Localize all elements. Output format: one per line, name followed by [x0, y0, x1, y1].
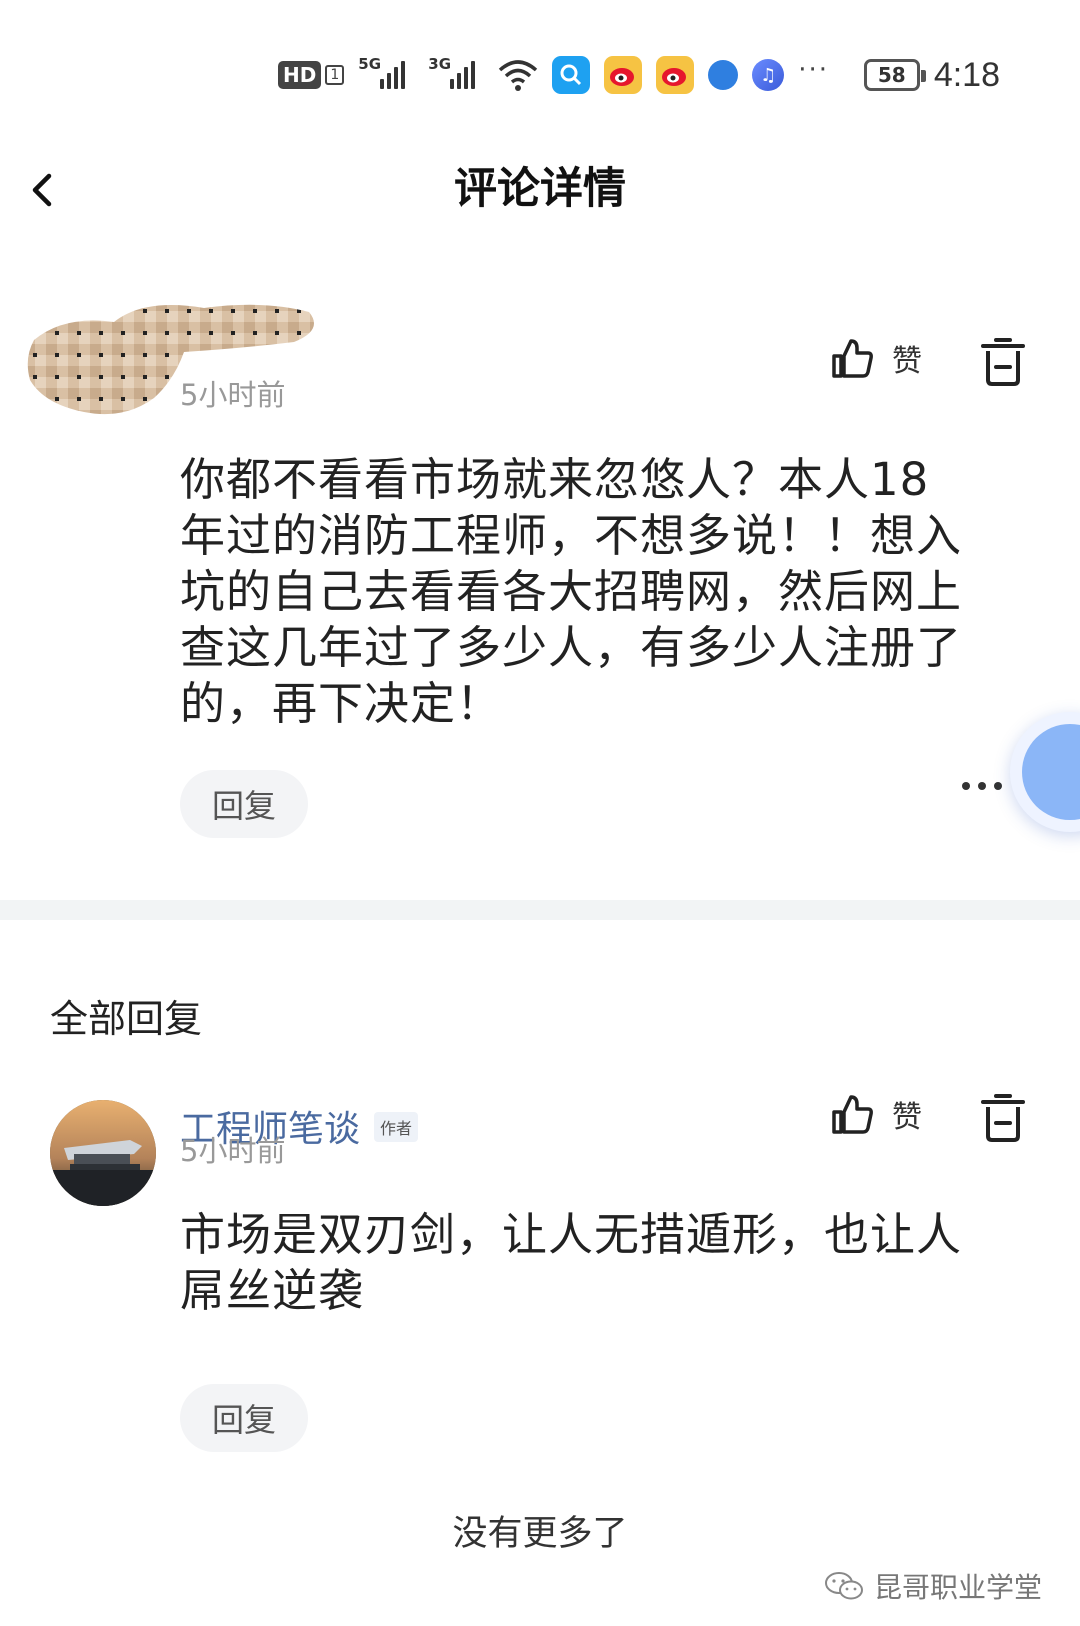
- signal-3g-icon: 3G: [428, 55, 484, 95]
- reply-line: 市场是双刃剑，让人无措遁形，也让人: [180, 1208, 963, 1261]
- search-app-icon: [552, 56, 591, 94]
- comment-line: 年过的消防工程师，不想多说！！想入: [180, 509, 963, 562]
- reply-button[interactable]: 回复: [180, 770, 308, 838]
- reply-button[interactable]: 回复: [180, 1384, 308, 1452]
- watermark-text: 昆哥职业学堂: [873, 1571, 1042, 1604]
- thumbs-up-icon: [832, 1095, 873, 1134]
- like-label: 赞: [892, 1100, 922, 1135]
- trash-icon[interactable]: [980, 1093, 1026, 1143]
- browser-app-icon: [708, 60, 739, 90]
- network-type-label: 3G: [428, 55, 452, 73]
- page-title: 评论详情: [454, 164, 626, 214]
- avatar[interactable]: [50, 1100, 156, 1206]
- network-type-label: 5G: [358, 55, 382, 73]
- sim-indicator: 1: [325, 65, 345, 85]
- comment-body: 你都不看看市场就来忽悠人？本人18 年过的消防工程师，不想多说！！想入 坑的自己…: [180, 452, 1010, 732]
- wifi-icon: [499, 60, 538, 91]
- wing-icon: [1022, 724, 1080, 820]
- music-app-icon: ♫: [752, 59, 785, 91]
- like-button[interactable]: 赞: [830, 336, 922, 380]
- no-more-text: 没有更多了: [452, 1514, 628, 1554]
- comment-line: 的，再下决定！: [180, 677, 503, 730]
- wechat-icon: [824, 1572, 863, 1600]
- thumbs-up-icon: [832, 339, 873, 378]
- reply-line: 屌丝逆袭: [180, 1264, 365, 1317]
- weibo-app-icon: [656, 56, 695, 94]
- floating-action-button[interactable]: [1010, 712, 1080, 832]
- status-icons: HD 1 5G 3G ♫ ···: [278, 52, 829, 98]
- top-nav-bar: 评论详情: [0, 150, 1080, 230]
- signal-5g-icon: 5G: [358, 55, 414, 95]
- comment-time: 5小时前: [180, 378, 286, 412]
- hd-indicator: HD: [278, 61, 322, 89]
- reply-time: 5小时前: [180, 1134, 286, 1168]
- weibo-app-icon: [604, 56, 643, 94]
- all-replies-title: 全部回复: [50, 997, 203, 1041]
- battery-icon: 58: [863, 59, 926, 91]
- reply-like-button[interactable]: 赞: [830, 1092, 922, 1136]
- avatar-image: [50, 1100, 156, 1206]
- comment-line: 坑的自己去看看各大招聘网，然后网上: [180, 565, 963, 618]
- trash-icon[interactable]: [980, 337, 1026, 387]
- more-notifications-icon: ···: [798, 55, 830, 85]
- more-options-icon[interactable]: [962, 782, 1002, 790]
- reply-body: 市场是双刃剑，让人无措遁形，也让人 屌丝逆袭: [180, 1207, 1010, 1319]
- comment-line: 查这几年过了多少人，有多少人注册了: [180, 621, 963, 674]
- comment-line: 你都不看看市场就来忽悠人？本人18: [180, 453, 930, 506]
- status-bar: HD 1 5G 3G ♫ ··· 58 4:18: [0, 0, 1080, 150]
- author-badge: 作者: [374, 1112, 419, 1142]
- status-right: 58 4:18: [863, 52, 1000, 98]
- watermark: 昆哥职业学堂: [824, 1566, 1042, 1606]
- like-label: 赞: [892, 344, 922, 379]
- section-divider: [0, 900, 1080, 920]
- clock: 4:18: [933, 55, 1000, 94]
